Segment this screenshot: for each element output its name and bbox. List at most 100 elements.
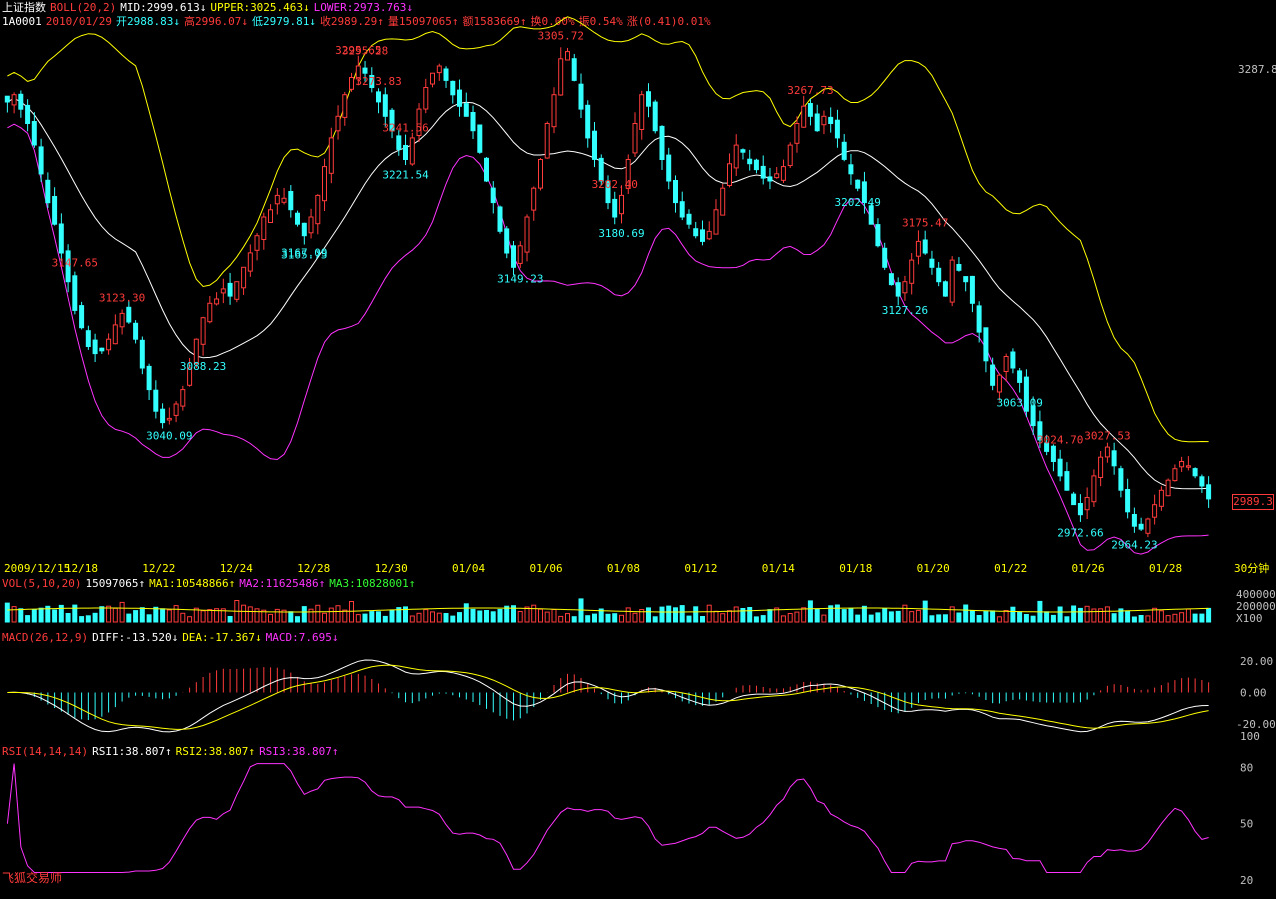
volume-bar	[463, 603, 469, 623]
volume-bar	[436, 612, 442, 623]
candle-body	[828, 116, 834, 125]
candle-body	[1010, 351, 1016, 369]
volume-bar	[497, 609, 503, 623]
candle-body	[875, 224, 881, 247]
volume-bar	[848, 607, 854, 623]
volume-bar	[1185, 608, 1191, 623]
volume-ma-line	[7, 607, 1209, 613]
macd-axis-tick: 100	[1240, 730, 1260, 743]
candle-body	[1125, 489, 1131, 513]
volume-bar	[470, 608, 476, 623]
volume-bar	[801, 607, 807, 623]
candle-body	[821, 115, 827, 126]
candle-body	[571, 58, 577, 81]
candle-body	[592, 130, 597, 160]
volume-bar	[551, 609, 557, 623]
volume-bar	[268, 613, 273, 623]
candle-body	[436, 65, 442, 74]
volume-bar	[180, 612, 186, 623]
volume-bar	[983, 610, 989, 623]
candle-body	[1104, 446, 1110, 458]
volume-bar	[686, 615, 692, 623]
candle-body	[335, 115, 341, 132]
date-tick: 01/04	[452, 562, 485, 575]
volume-bar	[409, 615, 415, 623]
candle-body	[727, 163, 732, 187]
candle-body	[274, 194, 280, 205]
candle-body	[983, 327, 989, 362]
volume-bar	[106, 605, 112, 623]
candle-body	[1145, 518, 1151, 534]
volume-bar	[787, 613, 793, 623]
volume-bar	[646, 607, 651, 623]
volume-bar	[531, 604, 537, 623]
volume-bar	[126, 613, 132, 623]
volume-bar	[565, 613, 570, 623]
volume-bar	[173, 605, 179, 623]
candle-body	[1098, 456, 1104, 479]
low-price-label: 3180.69	[598, 227, 644, 240]
volume-bar	[1192, 613, 1198, 623]
volume-bar	[1125, 610, 1131, 623]
volume-bar	[592, 613, 597, 623]
volume-bar	[625, 607, 631, 623]
candle-body	[1050, 445, 1056, 463]
candle-body	[18, 93, 24, 110]
volume-bar	[706, 604, 712, 623]
date-tick: 01/08	[607, 562, 640, 575]
candle-body	[241, 266, 247, 289]
candle-body	[544, 123, 550, 159]
low-price-label: 3149.23	[497, 272, 543, 285]
chart-canvas[interactable]: 3123.303202.403295.283295.653305.723273.…	[0, 0, 1276, 899]
candle-body	[659, 125, 665, 160]
volume-bar	[166, 609, 172, 623]
volume-bar	[119, 601, 125, 623]
candle-body	[308, 216, 314, 234]
candle-body	[1185, 465, 1191, 468]
candle-body	[484, 157, 489, 182]
volume-bar	[295, 616, 300, 623]
volume-bar	[1172, 613, 1178, 623]
volume-bar	[558, 615, 564, 623]
candle-body	[524, 216, 530, 253]
volume-bar	[335, 605, 341, 623]
volume-bar	[585, 615, 591, 623]
candle-body	[463, 103, 469, 117]
candle-body	[112, 324, 118, 345]
volume-bar	[1044, 611, 1050, 623]
volume-bar	[200, 610, 206, 623]
date-tick: 01/20	[917, 562, 950, 575]
candle-body	[700, 229, 705, 242]
volume-bar	[700, 616, 705, 623]
volume-bar	[416, 612, 422, 623]
candle-body	[1064, 471, 1070, 491]
candle-body	[58, 223, 64, 254]
high-price-label: 3202.40	[592, 178, 638, 191]
volume-bar	[11, 606, 17, 623]
volume-bar	[571, 616, 577, 623]
volume-bar	[895, 610, 901, 623]
low-price-label: 3202.49	[835, 196, 881, 209]
volume-bar	[52, 609, 58, 623]
candle-body	[902, 281, 908, 294]
volume-bar	[693, 606, 699, 623]
volume-axis-tick: X100	[1236, 612, 1263, 625]
volume-bar	[1030, 615, 1036, 623]
volume-bar	[423, 609, 429, 623]
volume-bar	[909, 611, 915, 623]
candle-body	[504, 228, 510, 254]
high-price-label: 3273.83	[355, 75, 401, 88]
date-tick: 12/24	[220, 562, 253, 575]
volume-bar	[976, 615, 982, 623]
volume-bar	[956, 612, 962, 623]
candle-body	[652, 101, 658, 132]
volume-bar	[1104, 606, 1110, 623]
date-tick: 01/06	[529, 562, 562, 575]
candle-body	[1084, 497, 1090, 511]
volume-bar	[882, 608, 888, 623]
candle-body	[72, 275, 78, 311]
candle-body	[4, 95, 10, 103]
volume-bar	[861, 605, 867, 623]
candle-body	[457, 89, 462, 107]
volume-bar	[888, 611, 894, 623]
